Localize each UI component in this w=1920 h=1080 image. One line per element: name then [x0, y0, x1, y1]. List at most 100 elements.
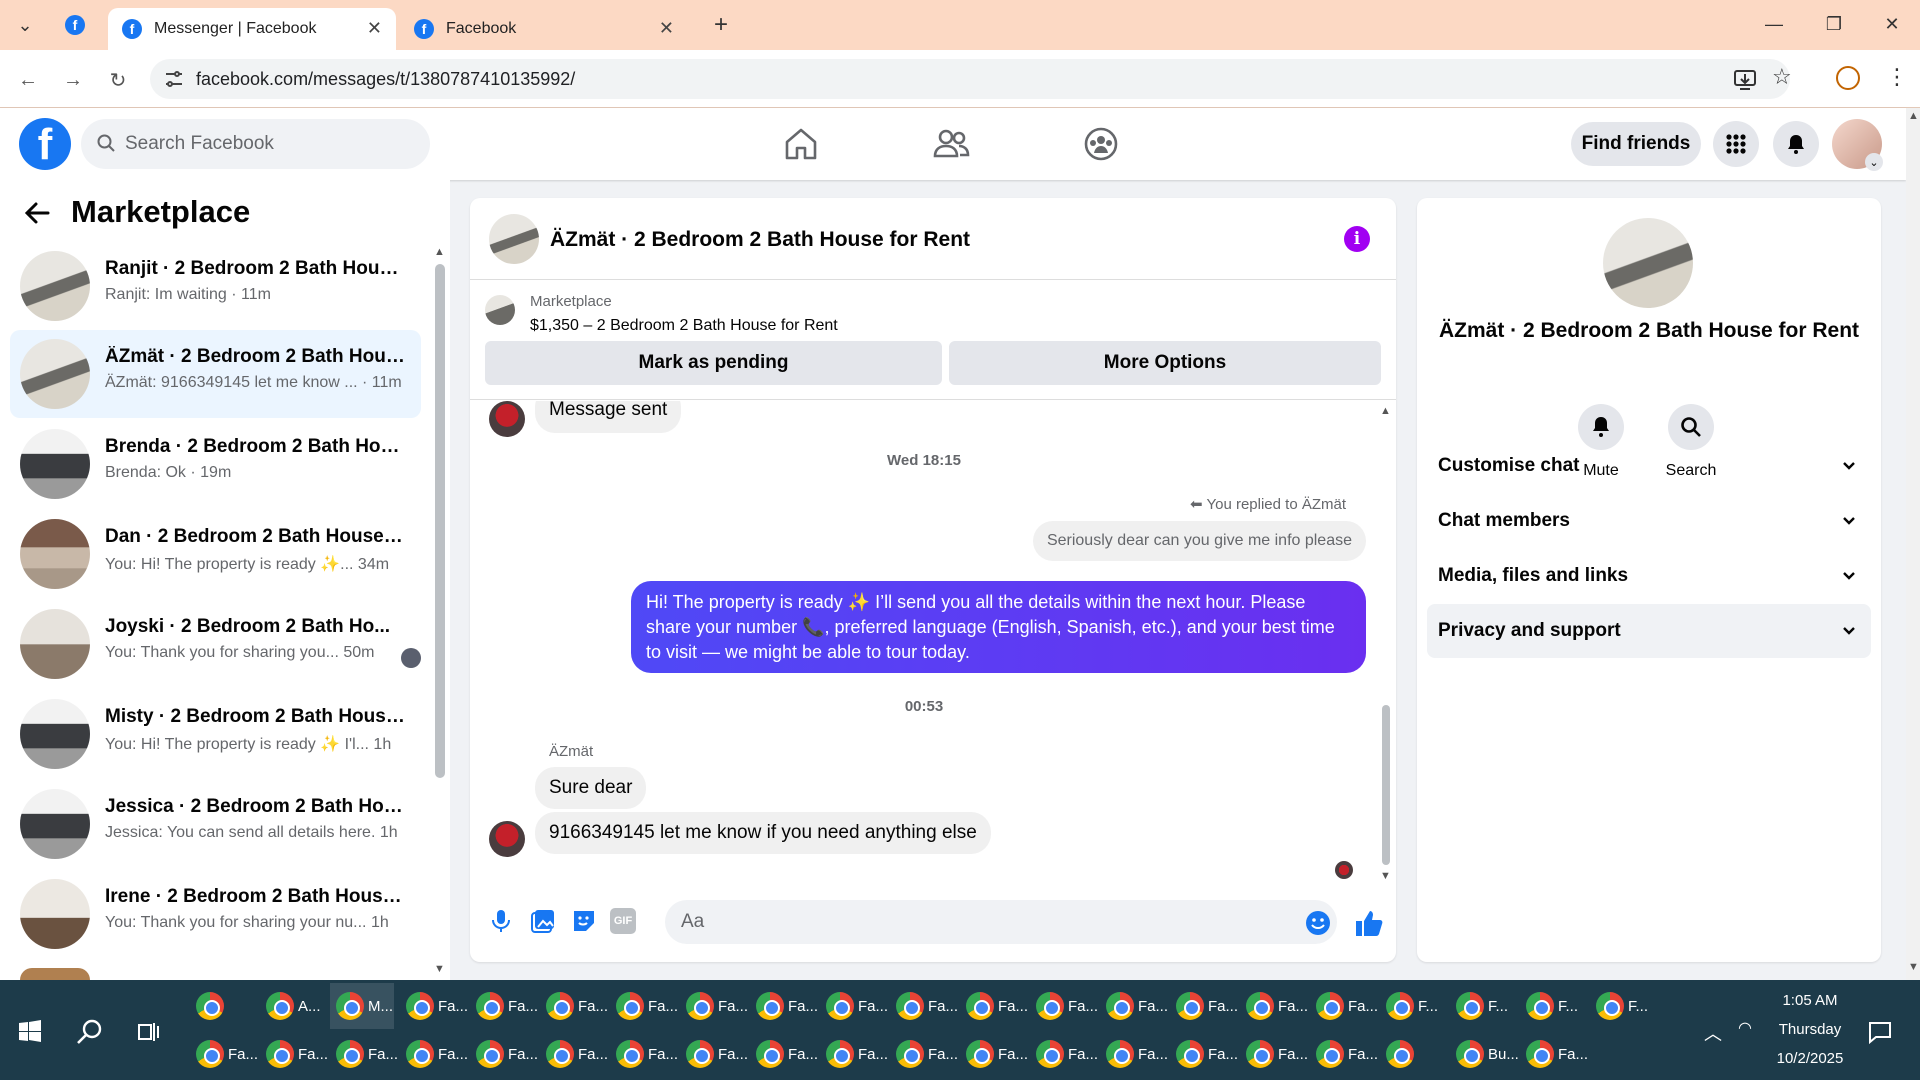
facebook-logo-icon[interactable]: f — [19, 118, 71, 170]
taskbar-chrome-window[interactable]: Fa... — [820, 1031, 888, 1077]
taskbar-chrome-window[interactable]: Bu... — [1450, 1031, 1519, 1077]
taskbar-chrome-window[interactable]: Fa... — [1240, 1031, 1308, 1077]
taskbar-chrome-window[interactable]: Fa... — [680, 1031, 748, 1077]
clock-time[interactable]: 1:05 AM — [1760, 992, 1860, 1009]
bookmark-star-icon[interactable]: ☆ — [1772, 64, 1792, 90]
info-icon[interactable]: i — [1344, 226, 1370, 252]
listing-title[interactable]: $1,350 – 2 Bedroom 2 Bath House for Rent — [530, 317, 838, 335]
conversation-item[interactable]: Irene · 2 Bedroom 2 Bath House ... You: … — [10, 870, 421, 958]
groups-icon[interactable] — [1081, 124, 1121, 164]
sidebar-scrollbar[interactable] — [435, 264, 445, 778]
wifi-icon[interactable]: ◠ — [1738, 1018, 1752, 1038]
taskbar-chrome-window[interactable]: Fa... — [1100, 1031, 1168, 1077]
taskbar-chrome-window[interactable]: Fa... — [1100, 983, 1168, 1029]
taskbar-chrome-window[interactable]: F... — [1590, 983, 1654, 1029]
new-tab-plus-icon[interactable]: + — [706, 10, 736, 40]
message-bubble[interactable]: Sure dear — [535, 767, 647, 809]
tab-search-chevron-icon[interactable]: ⌄ — [10, 10, 40, 40]
url-field[interactable]: facebook.com/messages/t/1380787410135992… — [150, 59, 1790, 99]
photo-icon[interactable] — [530, 908, 556, 934]
conversation-item[interactable]: Dan · 2 Bedroom 2 Bath House f... You: H… — [10, 510, 421, 598]
taskbar-chrome-window[interactable] — [190, 983, 254, 1029]
media-files-links-section[interactable]: Media, files and links — [1427, 549, 1871, 603]
emoji-icon[interactable] — [1305, 910, 1331, 936]
pinned-facebook-tab-icon[interactable]: f — [60, 10, 90, 40]
browser-tab-messenger[interactable]: f Messenger | Facebook ✕ — [108, 8, 396, 50]
taskbar-chrome-window[interactable]: Fa... — [750, 1031, 818, 1077]
browser-menu-icon[interactable]: ⋮ — [1886, 64, 1908, 90]
taskbar-chrome-window[interactable]: Fa... — [1030, 983, 1098, 1029]
taskbar-chrome-window[interactable]: Fa... — [540, 1031, 608, 1077]
install-app-icon[interactable] — [1734, 70, 1756, 90]
show-hidden-icons-chevron-icon[interactable]: ︿ — [1704, 1020, 1722, 1046]
forward-icon[interactable]: → — [59, 66, 87, 94]
taskbar-chrome-window[interactable]: Fa... — [680, 983, 748, 1029]
scrollbar-thumb[interactable] — [1382, 705, 1390, 865]
restore-window-icon[interactable]: ❐ — [1812, 8, 1856, 40]
taskbar-chrome-window[interactable]: Fa... — [1030, 1031, 1098, 1077]
sticker-icon[interactable] — [571, 908, 597, 934]
scroll-up-icon[interactable]: ▲ — [1380, 405, 1391, 417]
customise-chat-section[interactable]: Customise chat — [1427, 439, 1871, 493]
scroll-down-icon[interactable]: ▼ — [434, 963, 445, 975]
taskbar-chrome-window[interactable]: Fa... — [260, 1031, 328, 1077]
browser-tab-facebook[interactable]: f Facebook ✕ — [400, 8, 688, 50]
taskbar-chrome-window[interactable]: Fa... — [190, 1031, 258, 1077]
taskbar-chrome-window[interactable]: Fa... — [1310, 1031, 1378, 1077]
conversation-item-selected[interactable]: ÄZmät · 2 Bedroom 2 Bath Hous... ÄZmät: … — [10, 330, 421, 418]
taskbar-chrome-window[interactable]: F... — [1520, 983, 1584, 1029]
taskbar-chrome-window[interactable]: Fa... — [540, 983, 608, 1029]
friends-icon[interactable] — [931, 124, 971, 164]
chat-title[interactable]: ÄZmät · 2 Bedroom 2 Bath House for Rent — [550, 228, 970, 252]
conversation-item[interactable]: Misty · 2 Bedroom 2 Bath House... You: H… — [10, 690, 421, 778]
windows-start-icon[interactable] — [18, 1019, 42, 1043]
message-bubble[interactable]: 9166349145 let me know if you need anyth… — [535, 812, 991, 854]
taskbar-chrome-window[interactable]: Fa... — [1170, 983, 1238, 1029]
scroll-down-icon[interactable]: ▼ — [1380, 870, 1391, 882]
scroll-up-icon[interactable]: ▲ — [434, 246, 445, 258]
conversation-item[interactable]: Joyski · 2 Bedroom 2 Bath Ho... You: Tha… — [10, 600, 421, 688]
chat-scrollbar[interactable]: ▲ ▼ — [1380, 405, 1391, 882]
profile-icon[interactable] — [1836, 66, 1860, 90]
gif-icon[interactable]: GIF — [610, 908, 636, 934]
back-arrow-icon[interactable] — [24, 201, 50, 225]
taskbar-chrome-window[interactable]: F... — [1450, 983, 1514, 1029]
taskbar-chrome-window[interactable]: Fa... — [890, 1031, 958, 1077]
taskbar-chrome-window[interactable]: Fa... — [1520, 1031, 1588, 1077]
taskbar-chrome-window[interactable]: Fa... — [1170, 1031, 1238, 1077]
back-icon[interactable]: ← — [14, 66, 42, 94]
message-input[interactable]: Aa — [665, 900, 1337, 944]
taskbar-chrome-window[interactable]: Fa... — [960, 1031, 1028, 1077]
conversation-item[interactable]: Brenda · 2 Bedroom 2 Bath Hou... Brenda:… — [10, 420, 421, 508]
clock-day[interactable]: Thursday — [1760, 1021, 1860, 1038]
taskbar-chrome-window[interactable]: Fa... — [1310, 983, 1378, 1029]
task-view-icon[interactable] — [137, 1020, 161, 1044]
minimize-window-icon[interactable]: — — [1752, 8, 1796, 40]
taskbar-chrome-window[interactable]: Fa... — [610, 983, 678, 1029]
taskbar-chrome-window[interactable]: Fa... — [820, 983, 888, 1029]
clock-date[interactable]: 10/2/2025 — [1760, 1050, 1860, 1067]
scroll-down-icon[interactable]: ▼ — [1908, 961, 1919, 973]
like-thumb-icon[interactable] — [1354, 908, 1384, 938]
facebook-search-input[interactable]: Search Facebook — [81, 119, 430, 169]
account-chevron-icon[interactable]: ⌄ — [1865, 153, 1883, 171]
taskbar-chrome-window[interactable]: Fa... — [750, 983, 818, 1029]
chat-avatar[interactable] — [489, 214, 539, 264]
privacy-support-section[interactable]: Privacy and support — [1427, 604, 1871, 658]
notifications-button[interactable] — [1773, 121, 1819, 167]
taskbar-chrome-window[interactable]: M... — [330, 983, 394, 1029]
microphone-icon[interactable] — [488, 908, 514, 934]
taskbar-chrome-window[interactable]: Fa... — [1240, 983, 1308, 1029]
taskbar-chrome-window[interactable]: Fa... — [400, 1031, 468, 1077]
taskbar-chrome-window[interactable]: F... — [1380, 983, 1444, 1029]
quoted-message[interactable]: Seriously dear can you give me info plea… — [1032, 521, 1366, 561]
reload-icon[interactable]: ↻ — [104, 66, 132, 94]
taskbar-chrome-window[interactable]: Fa... — [960, 983, 1028, 1029]
chat-members-section[interactable]: Chat members — [1427, 494, 1871, 548]
scroll-up-icon[interactable]: ▲ — [1908, 110, 1919, 122]
conversation-item[interactable]: Jessica · 2 Bedroom 2 Bath Hous... Jessi… — [10, 780, 421, 868]
taskbar-chrome-window[interactable] — [1380, 1031, 1444, 1077]
windows-search-icon[interactable] — [76, 1018, 104, 1046]
conversation-item[interactable]: Ranjit · 2 Bedroom 2 Bath Hous... Ranjit… — [10, 242, 421, 330]
taskbar-chrome-window[interactable]: Fa... — [610, 1031, 678, 1077]
